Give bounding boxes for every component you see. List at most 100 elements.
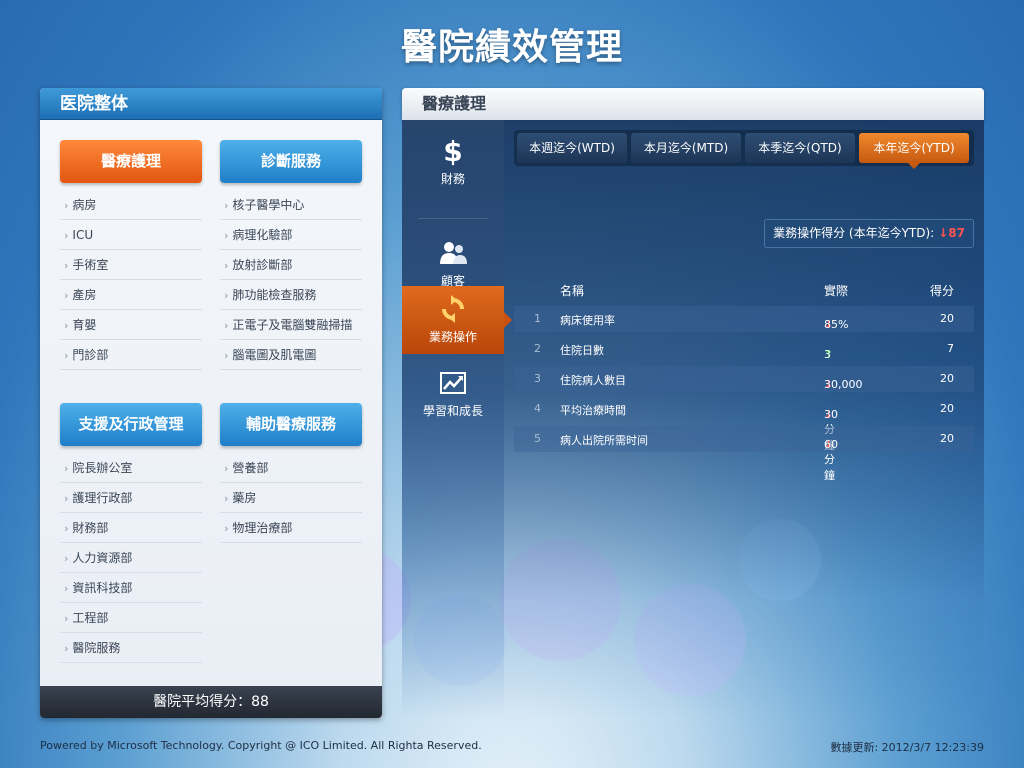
tab-mtd[interactable]: 本月迄今(MTD) (631, 133, 741, 163)
chevron-right-icon: › (224, 349, 229, 362)
row-name: 病人出院所需时间 (560, 434, 648, 447)
copyright-text: Powered by Microsoft Technology. Copyrig… (40, 739, 482, 752)
column-header-score: 得分 (929, 284, 954, 298)
chevron-right-icon: › (64, 289, 69, 302)
score-label: 業務操作得分 (本年迄今YTD): (773, 226, 935, 240)
list-item[interactable]: › 門診部 (60, 340, 202, 370)
row-score: 20 (940, 372, 954, 385)
department-body: $ 財務 顧客 業務操作 學習和成長 本週迄今(WTD) 本月迄今(MTD) 本… (402, 120, 984, 718)
list-item[interactable]: › 院長辦公室 (60, 453, 202, 483)
diagnostic-services-list: › 核子醫學中心 › 病理化驗部 › 放射診斷部 › 肺功能檢查服務 › 正電子及電腦雙融… (220, 190, 362, 370)
list-item[interactable]: › 資訊科技部 (60, 573, 202, 603)
list-item[interactable]: › 病房 (60, 190, 202, 220)
group-admin-support: 支援及行政管理 › 院長辦公室 › 護理行政部 › 財務部 › 人力資源部 › 資訊科技部… (60, 403, 202, 663)
list-item[interactable]: › 財務部 (60, 513, 202, 543)
list-item[interactable]: › 肺功能檢查服務 (220, 280, 362, 310)
list-item[interactable]: › 正電子及電腦雙融掃描 (220, 310, 362, 340)
chevron-right-icon: › (224, 462, 229, 475)
list-item[interactable]: › ICU (60, 220, 202, 250)
tab-qtd[interactable]: 本季迄今(QTD) (745, 133, 855, 163)
hospital-average-score: 醫院平均得分：88 (40, 686, 382, 718)
list-item[interactable]: › 病理化驗部 (220, 220, 362, 250)
nav-operations-label: 業務操作 (428, 330, 477, 344)
row-number: 4 (534, 402, 541, 415)
chevron-right-icon: › (64, 259, 69, 272)
table-row[interactable]: 5 病人出院所需时间 ↓ 60分鐘 20 (514, 426, 974, 482)
nav-learning-growth[interactable]: 學習和成長 (402, 360, 504, 428)
chevron-right-icon: › (64, 552, 69, 565)
tab-wtd[interactable]: 本週迄今(WTD) (517, 133, 627, 163)
list-item[interactable]: › 放射診斷部 (220, 250, 362, 280)
admin-support-button[interactable]: 支援及行政管理 (60, 403, 202, 446)
svg-text:$: $ (443, 136, 462, 166)
nav-finance-label: 財務 (440, 172, 465, 186)
chevron-right-icon: › (64, 462, 69, 475)
table-row[interactable]: 1 病床使用率 ↓ 85% 20 (514, 306, 974, 332)
row-number: 3 (534, 372, 541, 385)
operations-score-box: 業務操作得分 (本年迄今YTD): ↓87 (764, 219, 974, 248)
list-item[interactable]: › 育嬰 (60, 310, 202, 340)
dollar-icon: $ (443, 136, 462, 166)
row-score: 20 (940, 312, 954, 325)
hospital-overview-panel: 医院整体 醫療護理 › 病房 › ICU › 手術室 › 產房 › 育嬰 › 門診部 診斷服… (40, 88, 382, 718)
chevron-right-icon: › (64, 349, 69, 362)
row-score: 20 (940, 402, 954, 415)
row-number: 5 (534, 432, 541, 445)
row-name: 住院病人數目 (560, 374, 626, 387)
list-item[interactable]: › 腦電圖及肌電圖 (220, 340, 362, 370)
medical-care-button[interactable]: 醫療護理 (60, 140, 202, 183)
refresh-icon (442, 295, 464, 323)
list-item[interactable]: › 工程部 (60, 603, 202, 633)
row-number: 2 (534, 342, 541, 355)
list-item[interactable]: › 營養部 (220, 453, 362, 483)
chevron-right-icon: › (224, 259, 229, 272)
department-panel: 醫療護理 $ 財務 顧客 業務操作 學習和成長 本週迄今(WTD) 本月迄今(M… (402, 88, 984, 718)
row-name: 平均治療時間 (560, 404, 626, 417)
chevron-right-icon: › (64, 642, 69, 655)
chevron-right-icon: › (64, 522, 69, 535)
perspective-nav: $ 財務 顧客 業務操作 學習和成長 (402, 120, 512, 718)
column-header-actual: 實際 (824, 284, 849, 298)
group-medical-care: 醫療護理 › 病房 › ICU › 手術室 › 產房 › 育嬰 › 門診部 (60, 140, 202, 370)
list-item[interactable]: › 護理行政部 (60, 483, 202, 513)
kpi-table-header: 名稱 實際 得分 (514, 278, 974, 302)
list-item[interactable]: › 醫院服務 (60, 633, 202, 663)
list-item[interactable]: › 藥房 (220, 483, 362, 513)
tab-ytd[interactable]: 本年迄今(YTD) (859, 133, 969, 169)
chevron-right-icon: › (224, 522, 229, 535)
chevron-right-icon: › (224, 319, 229, 332)
chevron-right-icon: › (224, 492, 229, 505)
row-name: 病床使用率 (560, 314, 615, 327)
medical-care-list: › 病房 › ICU › 手術室 › 產房 › 育嬰 › 門診部 (60, 190, 202, 370)
column-header-name: 名稱 (560, 284, 585, 298)
chevron-right-icon: › (64, 199, 69, 212)
arrow-down-icon: ↓ (938, 226, 949, 240)
panel-title: 医院整体 (40, 88, 382, 120)
list-item[interactable]: › 核子醫學中心 (220, 190, 362, 220)
chevron-right-icon: › (64, 229, 69, 242)
nav-learning-growth-label: 學習和成長 (422, 404, 483, 418)
row-score: 20 (940, 432, 954, 445)
allied-health-button[interactable]: 輔助醫療服務 (220, 403, 362, 446)
allied-health-list: › 營養部 › 藥房 › 物理治療部 (220, 453, 362, 543)
group-diagnostic-services: 診斷服務 › 核子醫學中心 › 病理化驗部 › 放射診斷部 › 肺功能檢查服務 › 正電子… (220, 140, 362, 370)
list-item[interactable]: › 人力資源部 (60, 543, 202, 573)
data-updated-timestamp: 數據更新: 2012/3/7 12:23:39 (830, 741, 984, 754)
list-item[interactable]: › 物理治療部 (220, 513, 362, 543)
table-row[interactable]: 4 平均治療時間 ↓ 30分鐘 20 (514, 396, 974, 452)
row-score: 7 (947, 342, 954, 355)
table-row[interactable]: 3 住院病人數目 ↓ 30,000 20 (514, 366, 974, 392)
growth-chart-icon (440, 372, 466, 394)
diagnostic-services-button[interactable]: 診斷服務 (220, 140, 362, 183)
list-item[interactable]: › 產房 (60, 280, 202, 310)
chevron-right-icon: › (224, 199, 229, 212)
nav-finance[interactable]: $ 財務 (402, 128, 504, 196)
list-item[interactable]: › 手術室 (60, 250, 202, 280)
chevron-right-icon: › (64, 582, 69, 595)
department-title: 醫療護理 (402, 88, 984, 120)
table-row[interactable]: 2 住院日數 ↑ 3 7 (514, 336, 974, 362)
chevron-right-icon: › (224, 289, 229, 302)
group-allied-health: 輔助醫療服務 › 營養部 › 藥房 › 物理治療部 (220, 403, 362, 543)
nav-operations[interactable]: 業務操作 (402, 286, 512, 354)
chevron-right-icon: › (64, 612, 69, 625)
